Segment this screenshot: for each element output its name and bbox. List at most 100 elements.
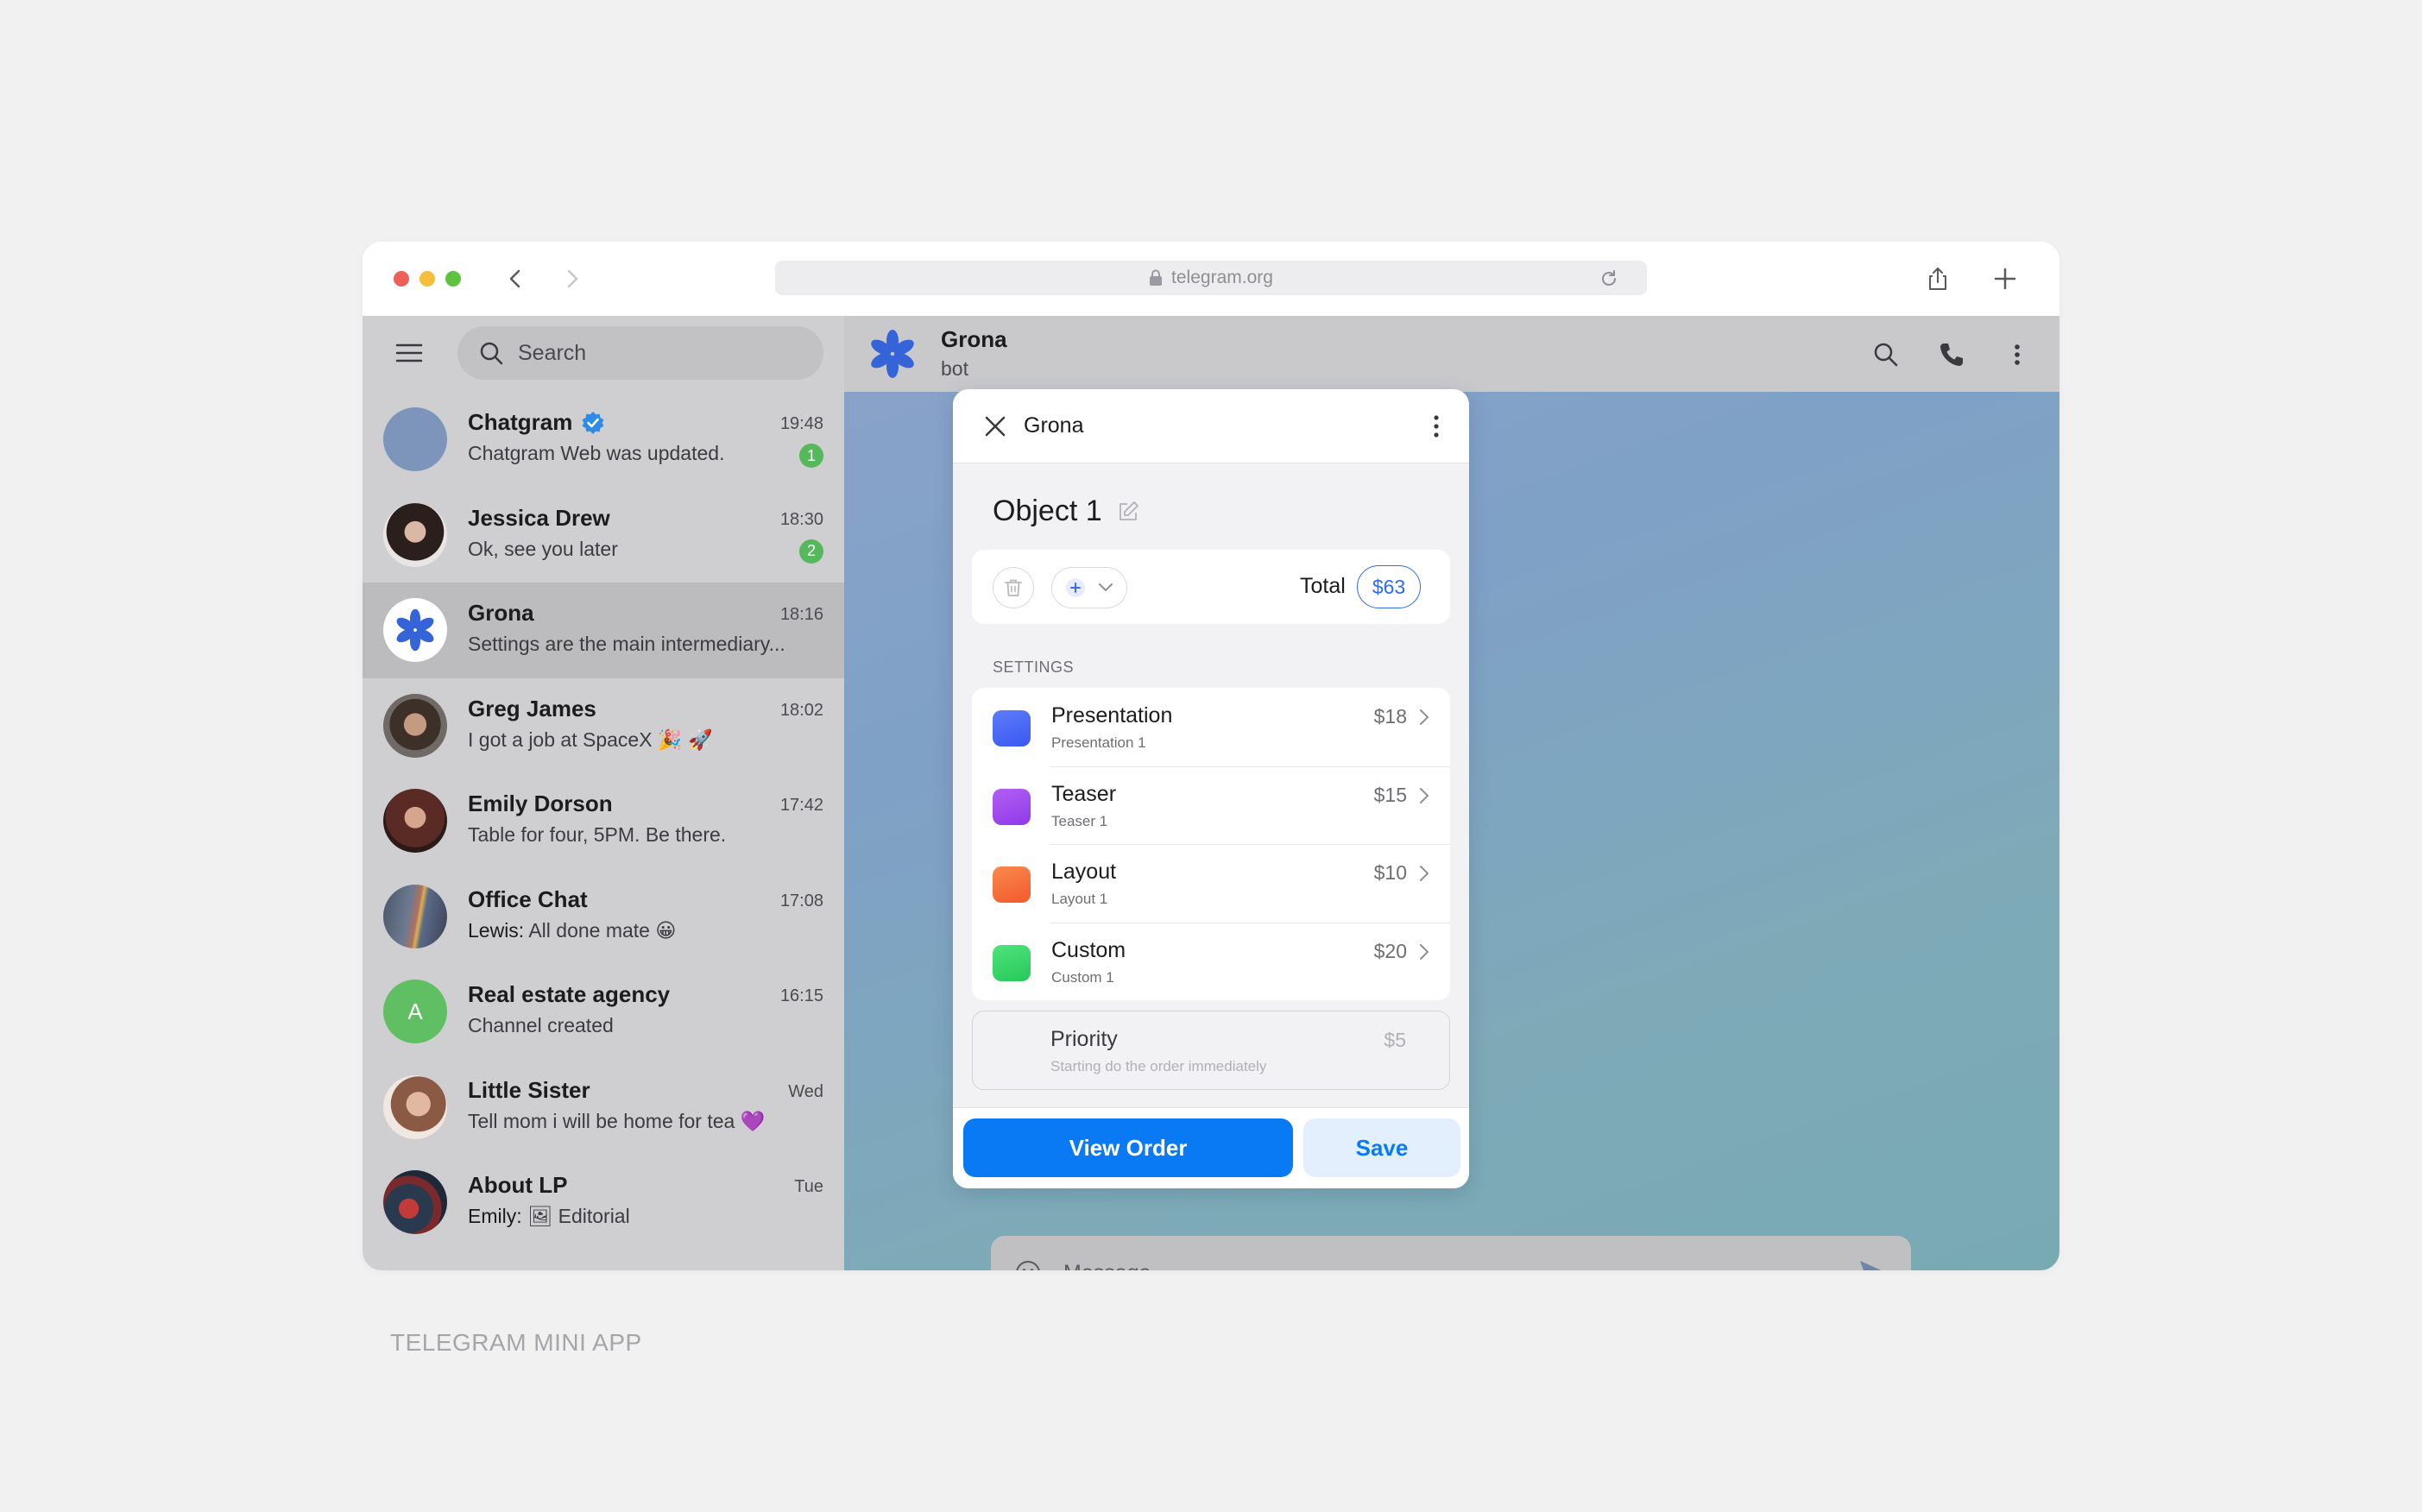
delete-button[interactable] [993,567,1034,608]
save-button[interactable]: Save [1303,1118,1460,1177]
chat-name: Greg James [468,695,596,721]
chat-preview: Settings are the main intermediary... [468,633,785,655]
setting-name: Teaser [1051,781,1117,806]
chat-time: 18:30 [779,509,823,529]
chat-name: Jessica Drew [468,504,610,531]
chat-time: Tue [794,1177,823,1196]
chat-name: About LP [468,1172,568,1198]
chat-name: Grona [468,600,534,626]
close-icon[interactable] [984,415,1006,438]
send-icon[interactable] [1857,1258,1889,1270]
chat-sidebar: Search Chatgram 19:48 Chatgram Web was u… [363,316,844,1270]
color-swatch [993,788,1031,825]
chevron-right-icon [1420,709,1429,725]
mini-app-header: Grona [953,389,1469,463]
verified-badge-icon [582,411,604,434]
setting-name: Custom [1051,937,1126,962]
unread-badge: 2 [799,539,823,564]
address-bar[interactable]: telegram.org [775,261,1647,295]
setting-row-presentation[interactable]: Presentation Presentation 1 $18 [972,688,1450,766]
message-text: All done mate 😀 [524,918,677,942]
avatar [383,789,447,853]
setting-subtitle: Layout 1 [1051,891,1108,907]
reload-icon[interactable] [1599,268,1619,289]
chat-preview: Chatgram Web was updated. [468,442,725,464]
close-window-button[interactable] [394,271,409,287]
avatar [383,884,447,948]
chat-name: Emily Dorson [468,791,613,816]
chat-subtitle: bot [941,357,968,380]
edit-icon[interactable] [1116,500,1140,524]
maximize-window-button[interactable] [445,271,461,287]
chat-list: Chatgram 19:48 Chatgram Web was updated.… [363,392,844,1251]
add-item-dropdown[interactable] [1051,567,1127,608]
chat-time: 17:42 [779,796,823,815]
chat-item-emily-dorson[interactable]: Emily Dorson 17:42 Table for four, 5PM. … [363,773,844,869]
color-swatch [993,866,1031,903]
priority-option[interactable]: Priority Starting do the order immediate… [972,1011,1450,1090]
message-composer[interactable]: Message [991,1236,1911,1270]
setting-row-custom[interactable]: Custom Custom 1 $20 [972,922,1450,1001]
search-input[interactable]: Search [457,326,823,380]
back-arrow-icon[interactable] [501,264,530,293]
mini-app-panel: Grona Object 1 Total $63 SETTINGS Presen… [953,389,1469,1188]
more-vertical-icon[interactable] [1431,413,1441,439]
search-icon [480,342,503,365]
chat-preview: Ok, see you later [468,537,618,560]
chat-item-jessica-drew[interactable]: Jessica Drew 18:30 Ok, see you later 2 [363,488,844,583]
chat-header: Grona bot [844,316,2059,392]
setting-subtitle: Teaser 1 [1051,812,1108,829]
priority-name: Priority [1050,1027,1118,1051]
grona-logo-icon[interactable] [867,328,918,380]
priority-price: $5 [1384,1029,1406,1051]
chevron-down-icon [1099,583,1113,591]
message-input[interactable]: Message [1063,1261,1151,1271]
setting-name: Presentation [1051,703,1173,728]
chat-title[interactable]: Grona [941,326,1007,353]
chat-item-chatgram[interactable]: Chatgram 19:48 Chatgram Web was updated.… [363,392,844,488]
forward-arrow-icon[interactable] [558,264,587,293]
object-title: Object 1 [993,495,1140,528]
unread-badge: 1 [799,444,823,468]
chat-time: 18:02 [779,700,823,720]
setting-row-layout[interactable]: Layout Layout 1 $10 [972,844,1450,923]
object-title-text: Object 1 [993,495,1102,527]
setting-row-teaser[interactable]: Teaser Teaser 1 $15 [972,765,1450,845]
chat-name: Little Sister [468,1076,590,1103]
total-label: Total [1300,574,1346,598]
new-tab-icon[interactable] [1990,264,2020,293]
chat-preview: I got a job at SpaceX 🎉 🚀 [468,728,713,751]
chat-item-real-estate-agency[interactable]: A Real estate agency 16:15 Channel creat… [363,964,844,1060]
plus-icon [1066,578,1085,597]
chat-name: Chatgram [468,409,605,436]
chat-item-greg-james[interactable]: Greg James 18:02 I got a job at SpaceX 🎉… [363,678,844,774]
search-icon[interactable] [1871,340,1901,369]
emoji-icon[interactable] [1013,1258,1043,1270]
avatar [383,1170,447,1234]
settings-list: Presentation Presentation 1 $18 Teaser T… [972,688,1450,1000]
phone-icon[interactable] [1937,340,1966,369]
chat-time: 18:16 [779,605,823,624]
color-swatch [993,944,1031,981]
chevron-right-icon [1420,787,1429,803]
chat-preview: Channel created [468,1014,614,1036]
view-order-button[interactable]: View Order [963,1118,1293,1177]
address-url: telegram.org [1171,268,1273,287]
chat-time: Wed [788,1081,823,1101]
chat-preview: Table for four, 5PM. Be there. [468,823,727,846]
total-card: Total $63 [972,550,1450,624]
chat-item-grona[interactable]: Grona 18:16 Settings are the main interm… [363,583,844,678]
chat-preview: Emily: 🖼 Editorial [468,1205,796,1228]
chat-item-about-lp[interactable]: About LP Tue Emily: 🖼 Editorial [363,1155,844,1251]
chat-item-office-chat[interactable]: Office Chat 17:08 Lewis: All done mate 😀 [363,869,844,965]
chat-time: 17:08 [779,891,823,910]
mini-app-footer: View Order Save [953,1107,1469,1188]
setting-price: $18 [1373,705,1407,728]
chat-item-little-sister[interactable]: Little Sister Wed Tell mom i will be hom… [363,1060,844,1156]
chat-time: 16:15 [779,986,823,1005]
minimize-window-button[interactable] [419,271,435,287]
share-icon[interactable] [1923,264,1952,293]
more-vertical-icon[interactable] [2003,340,2032,369]
menu-icon[interactable] [395,342,423,364]
settings-section-label: SETTINGS [993,658,1075,676]
